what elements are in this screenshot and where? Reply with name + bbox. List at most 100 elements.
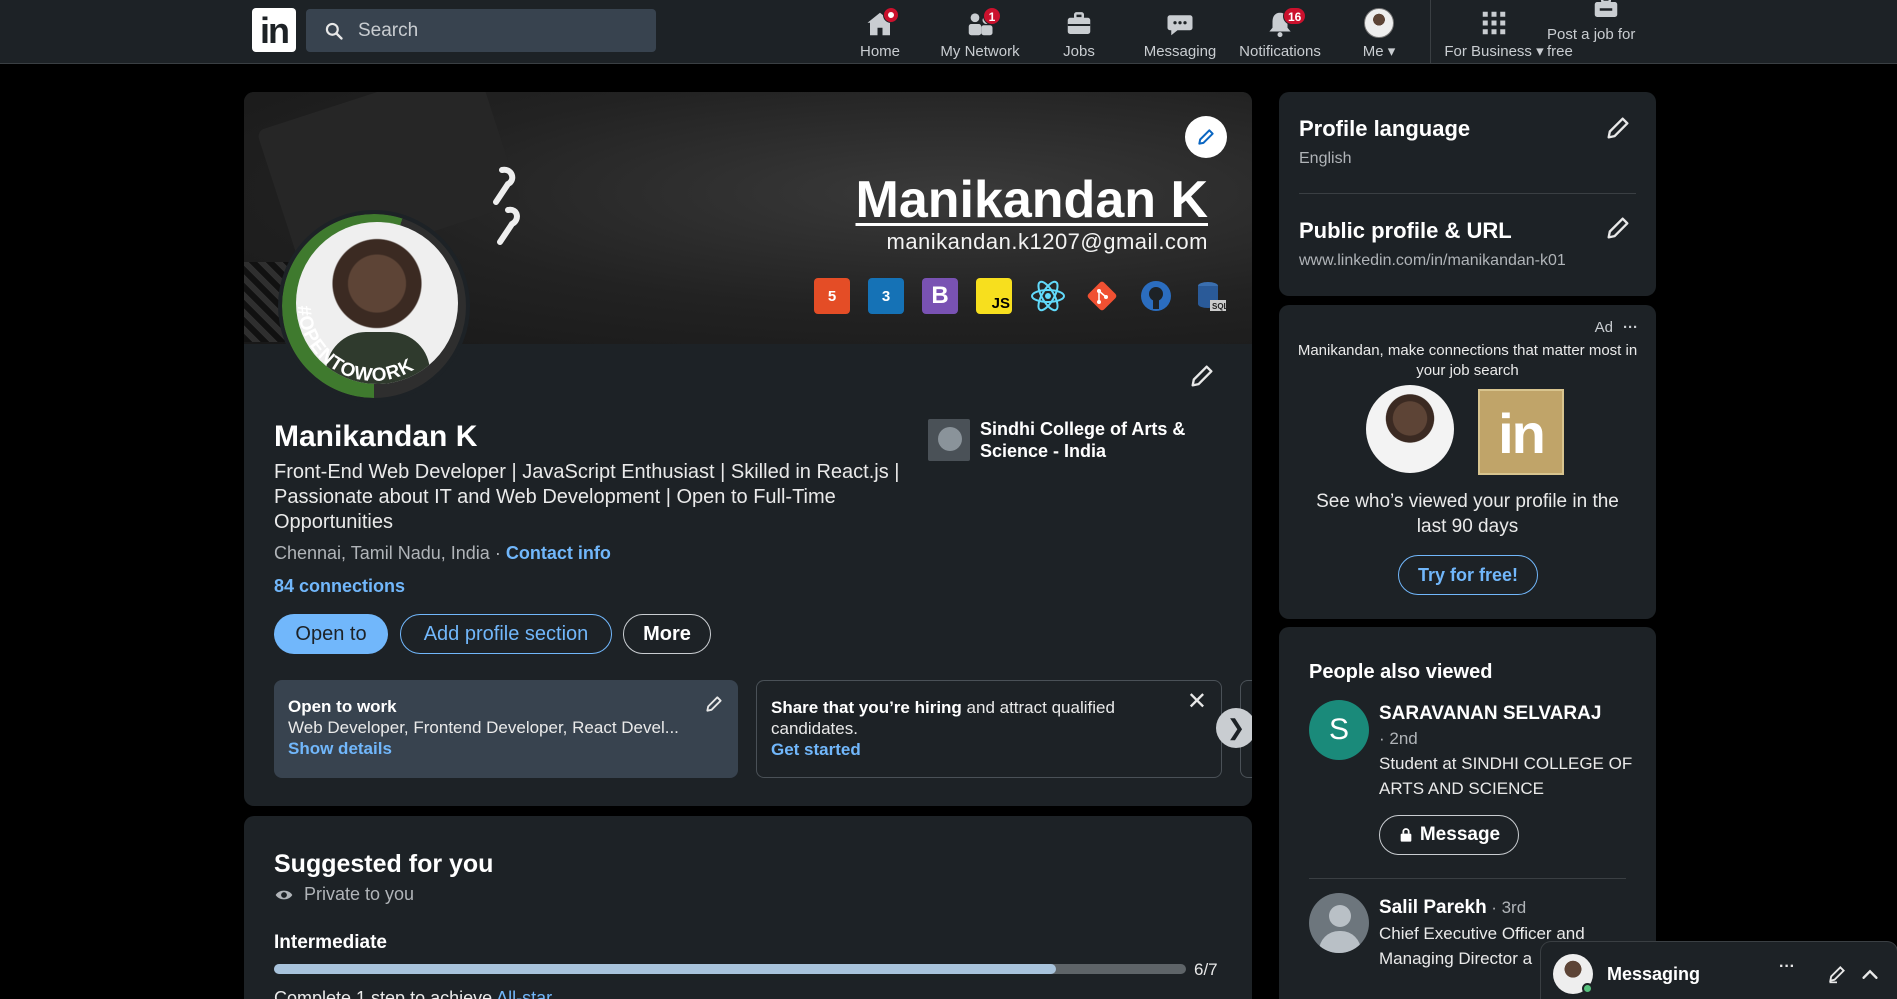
compose-icon[interactable] <box>1827 964 1847 984</box>
carousel-next-button[interactable]: ❯ <box>1216 708 1252 748</box>
nav-label: My Network <box>940 43 1020 60</box>
me-label-row: Me ▾ <box>1363 42 1396 60</box>
profile-strength-fill <box>274 964 1056 974</box>
profile-settings-card: Profile language English Public profile … <box>1279 92 1656 296</box>
divider <box>1309 878 1626 879</box>
contact-info-link[interactable]: Contact info <box>506 543 611 563</box>
language-value: English <box>1299 150 1352 167</box>
svg-text:#OPENTOWORK: #OPENTOWORK <box>293 305 418 387</box>
notifications-badge: 16 <box>1283 7 1307 25</box>
messaging-label: Messaging <box>1607 963 1701 984</box>
nav-me[interactable]: Me ▾ <box>1354 4 1404 60</box>
person-degree: · 3rd <box>1491 898 1527 917</box>
lock-icon <box>1400 828 1412 842</box>
banner-name: Manikandan K <box>855 171 1209 229</box>
profile-headline: Front-End Web Developer | JavaScript Ent… <box>274 461 900 533</box>
private-label: Private to you <box>304 884 415 904</box>
school-logo-icon <box>928 419 970 461</box>
git-icon <box>1084 278 1120 314</box>
profile-strength-bar <box>274 964 1186 974</box>
open-to-work-roles: Web Developer, Frontend Developer, React… <box>288 718 679 737</box>
nav-notifications[interactable]: 16 Notifications <box>1236 4 1324 60</box>
banner-email: manikandan.k1207@gmail.com <box>886 229 1208 254</box>
messaging-avatar <box>1553 954 1593 994</box>
person-degree: · 2nd <box>1379 729 1418 748</box>
message-button[interactable]: Message <box>1379 815 1519 855</box>
person-avatar-placeholder[interactable] <box>1309 893 1369 953</box>
separator: · <box>494 543 501 563</box>
nav-label: Messaging <box>1143 43 1217 60</box>
nav-label: For Business <box>1444 43 1532 60</box>
messaging-dock[interactable]: Messaging ··· <box>1541 942 1897 999</box>
all-star-link[interactable]: All-star <box>496 988 552 999</box>
pencil-icon <box>706 696 722 712</box>
nav-messaging[interactable]: Messaging <box>1140 4 1220 60</box>
get-started-link[interactable]: Get started <box>771 739 1207 760</box>
hiring-box: Share that you’re hiring and attract qua… <box>756 680 1222 778</box>
open-to-button[interactable]: Open to <box>274 614 388 654</box>
network-badge: 1 <box>983 7 1001 25</box>
private-row: Private to you <box>274 884 414 905</box>
connections-link[interactable]: 84 connections <box>274 576 914 597</box>
progress-label: 6/7 <box>1194 960 1218 979</box>
person-headline: Student at SINDHI COLLEGE OF ARTS AND SC… <box>1379 754 1633 798</box>
caret-down-icon: ▾ <box>1387 43 1396 60</box>
nav-my-network[interactable]: 1 My Network <box>938 4 1022 60</box>
more-options-icon[interactable]: ··· <box>1623 319 1638 336</box>
person-name[interactable]: SARAVANAN SELVARAJ <box>1379 703 1639 725</box>
divider <box>1299 193 1636 194</box>
edit-url-button[interactable] <box>1604 214 1632 247</box>
suggested-title: Suggested for you <box>274 850 494 878</box>
message-label: Message <box>1419 824 1501 845</box>
eye-icon <box>275 890 293 899</box>
nav-label: Notifications <box>1239 43 1321 60</box>
ad-card: Ad ··· Manikandan, make connections that… <box>1279 305 1656 619</box>
more-options-icon[interactable]: ··· <box>1779 958 1795 976</box>
react-icon <box>1030 278 1066 314</box>
public-url-title: Public profile & URL <box>1299 218 1512 243</box>
edit-open-to-work-button[interactable] <box>704 694 724 719</box>
pencil-icon <box>1191 365 1213 387</box>
education-link[interactable]: Sindhi College of Arts & Science - India <box>928 418 1188 462</box>
person-avatar[interactable]: S <box>1309 700 1369 760</box>
profile-name: Manikandan K <box>274 420 478 453</box>
html5-icon: 5 <box>814 278 850 314</box>
language-title: Profile language <box>1299 116 1471 141</box>
edit-intro-button[interactable] <box>1188 362 1216 395</box>
location-row: Chennai, Tamil Nadu, India · Contact inf… <box>274 543 914 564</box>
nav-home[interactable]: Home <box>855 4 905 60</box>
more-button[interactable]: More <box>623 614 711 654</box>
public-url-value[interactable]: www.linkedin.com/in/manikandan-k01 <box>1299 252 1566 270</box>
linkedin-premium-logo-icon: in <box>1478 389 1564 475</box>
edit-language-button[interactable] <box>1604 114 1632 147</box>
show-details-link[interactable]: Show details <box>288 738 724 759</box>
search-input[interactable] <box>358 19 648 42</box>
pencil-icon <box>1198 129 1214 145</box>
hiring-bold: Share that you’re hiring <box>771 698 962 717</box>
people-icon: 1 <box>965 7 1001 39</box>
open-to-work-frame: #OPENTOWORK <box>293 305 418 387</box>
briefcase-icon <box>1064 9 1094 39</box>
github-icon <box>1138 278 1174 314</box>
home-icon <box>865 7 899 39</box>
search-box[interactable] <box>306 9 656 52</box>
add-profile-section-button[interactable]: Add profile section <box>400 614 612 654</box>
nav-for-business[interactable]: For Business ▾ <box>1444 4 1544 60</box>
close-icon[interactable]: ✕ <box>1187 690 1207 714</box>
person-name[interactable]: Salil Parekh <box>1379 897 1487 918</box>
edit-banner-button[interactable] <box>1185 116 1227 158</box>
chevron-up-icon[interactable] <box>1859 964 1881 986</box>
ad-text: Manikandan, make connections that matter… <box>1297 342 1638 379</box>
try-free-button[interactable]: Try for free! <box>1398 555 1538 595</box>
nav-post-job[interactable]: Post a job for free <box>1547 0 1665 60</box>
linkedin-logo-icon[interactable]: in <box>252 8 296 52</box>
bootstrap-icon: B <box>922 278 958 314</box>
profile-photo[interactable]: #OPENTOWORK <box>278 210 470 402</box>
job-post-icon <box>1591 0 1621 22</box>
nav-jobs[interactable]: Jobs <box>1055 4 1103 60</box>
javascript-icon: JS <box>976 278 1012 314</box>
open-to-work-box[interactable]: Open to work Web Developer, Frontend Dev… <box>274 680 738 778</box>
tech-stack-icons: 5 3 B JS SQL <box>814 278 1228 314</box>
ad-user-photo <box>1366 385 1454 473</box>
grid-icon <box>1479 8 1509 38</box>
